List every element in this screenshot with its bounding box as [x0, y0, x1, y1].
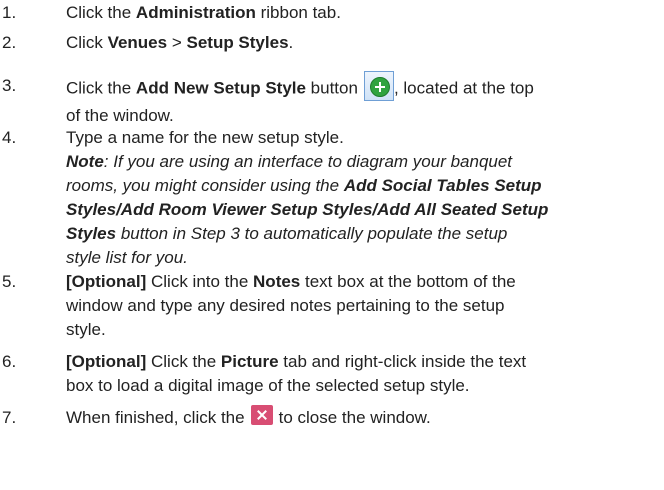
- optional-label: [Optional]: [66, 352, 147, 371]
- step-number: 5.: [2, 272, 17, 291]
- step-number: 7.: [2, 408, 17, 427]
- step-number: 6.: [2, 352, 17, 371]
- notes-ref: Notes: [253, 272, 301, 291]
- administration-tab-ref: Administration: [135, 3, 256, 22]
- step-number: 4.: [2, 128, 17, 147]
- setup-styles-ref: Setup Styles: [186, 33, 289, 52]
- optional-label: [Optional]: [66, 272, 147, 291]
- add-new-setup-style-ref: Add New Setup Style: [135, 78, 306, 98]
- step-number: 2.: [2, 33, 17, 52]
- note-line: Note: If you are using an interface to d…: [66, 152, 513, 171]
- venues-ref: Venues: [107, 33, 168, 52]
- step-number: 3.: [2, 76, 17, 95]
- close-window-icon: [250, 404, 273, 425]
- add-new-setup-style-icon: [363, 71, 394, 101]
- step-number: 1.: [2, 3, 17, 22]
- note-label: Note: [66, 152, 104, 171]
- instruction-document: 1. Click the Administration ribbon tab. …: [0, 0, 664, 490]
- picture-ref: Picture: [220, 352, 279, 371]
